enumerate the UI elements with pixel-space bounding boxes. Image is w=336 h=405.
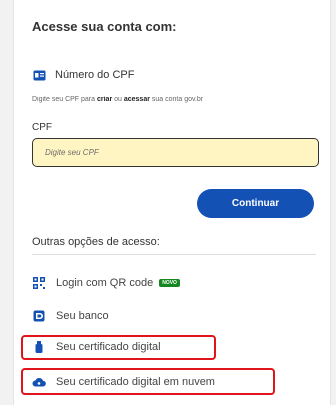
cloud-icon — [32, 375, 46, 389]
cloud-certificate-label: Seu certificado digital em nuvem — [56, 376, 215, 388]
qr-code-icon — [32, 276, 46, 290]
cpf-input[interactable] — [32, 138, 319, 167]
page-title: Acesse sua conta com: — [32, 19, 177, 34]
cpf-field-label: CPF — [32, 122, 52, 133]
bank-icon — [32, 309, 46, 323]
digital-certificate-option[interactable]: Seu certificado digital — [32, 340, 161, 354]
qr-code-login-option[interactable]: Login com QR code NOVO — [32, 276, 180, 290]
id-card-icon — [32, 68, 46, 82]
other-options-title: Outras opções de acesso: — [32, 236, 160, 248]
cpf-helper-text: Digite seu CPF para criar ou acessar sua… — [32, 96, 204, 103]
continue-button[interactable]: Continuar — [197, 189, 314, 218]
usb-token-icon — [32, 340, 46, 354]
divider — [32, 254, 316, 255]
bank-login-option[interactable]: Seu banco — [32, 309, 109, 323]
cloud-certificate-option[interactable]: Seu certificado digital em nuvem — [32, 375, 215, 389]
qr-code-option-label: Login com QR code — [56, 277, 154, 289]
login-card: Acesse sua conta com: Número do CPF Digi… — [13, 0, 331, 405]
cpf-login-option[interactable]: Número do CPF — [32, 68, 134, 82]
new-badge: NOVO — [159, 279, 180, 287]
bank-option-label: Seu banco — [56, 310, 109, 322]
cpf-option-label: Número do CPF — [55, 69, 135, 81]
digital-certificate-label: Seu certificado digital — [56, 341, 161, 353]
